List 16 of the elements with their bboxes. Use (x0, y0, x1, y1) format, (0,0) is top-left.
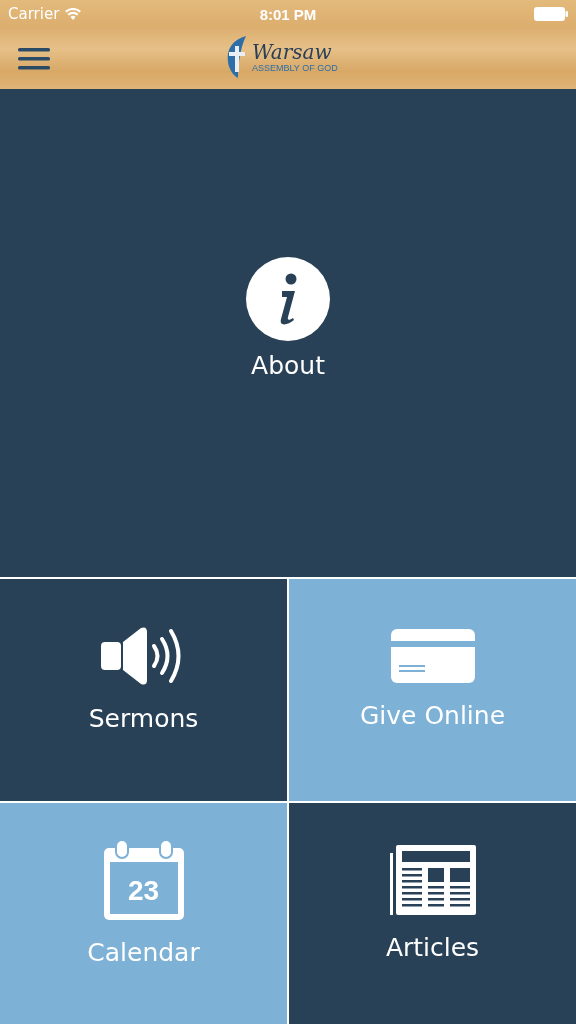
calendar-date: 23 (126, 873, 161, 908)
menu-tile[interactable]: Articles (289, 802, 576, 1024)
credit-card-icon (390, 629, 475, 684)
carrier-name: Carrier (8, 5, 60, 23)
wifi-icon (65, 8, 82, 20)
menu-icon (18, 47, 50, 70)
battery-icon (534, 7, 568, 21)
calendar-icon (103, 839, 184, 920)
menu-button[interactable] (18, 47, 50, 70)
menu-tile[interactable]: Sermons (0, 579, 287, 801)
logo-subtitle: ASSEMBLY OF GOD (252, 63, 338, 73)
about-tile[interactable]: About (0, 89, 576, 577)
logo-name: Warsaw (252, 41, 333, 63)
status-time: 8:01 PM (259, 5, 317, 23)
newspaper-icon (389, 844, 476, 915)
info-icon (246, 256, 330, 341)
